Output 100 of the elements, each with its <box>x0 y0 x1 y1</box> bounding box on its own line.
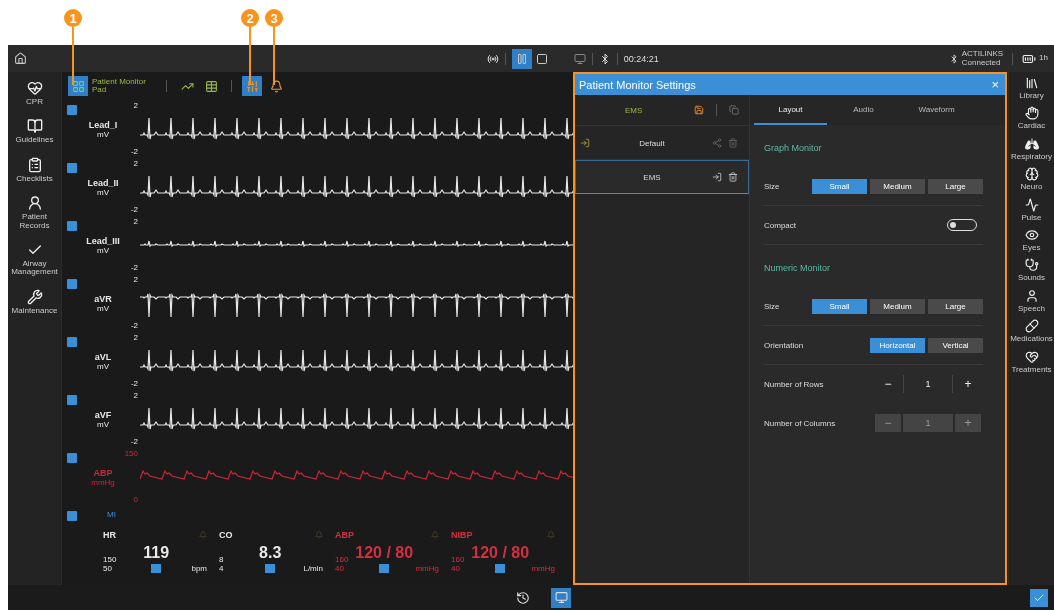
sidebar-item[interactable]: Guidelines <box>8 118 61 145</box>
segment-option[interactable]: Medium <box>870 178 925 194</box>
heart-pulse-icon <box>26 80 43 96</box>
channel-unit: mV <box>97 245 109 255</box>
person-icon <box>26 195 43 212</box>
dialog-title: Patient Monitor Settings <box>579 78 696 91</box>
home-icon <box>14 52 27 65</box>
sidebar-item[interactable]: Respiratory <box>1009 136 1054 162</box>
sidebar-item[interactable]: Cardiac <box>1009 106 1054 131</box>
parameter-label: ABP <box>335 530 354 540</box>
sidebar-item[interactable]: Patient Records <box>8 195 61 230</box>
leader-line <box>249 27 251 85</box>
sidebar-item[interactable]: Speech <box>1009 288 1054 314</box>
bell-icon <box>315 531 323 539</box>
sidebar-item[interactable]: Treatments <box>1009 349 1054 374</box>
table-icon <box>204 79 218 93</box>
upper-limit: 160 <box>335 555 350 564</box>
segment-option[interactable]: Large <box>928 178 983 194</box>
upper-limit: 150 <box>103 555 118 564</box>
bell-icon <box>547 531 555 539</box>
clipboard-icon <box>26 156 43 173</box>
parameter-value: 120 / 80 <box>471 544 530 562</box>
scale-max: 2 <box>133 101 138 110</box>
channel-unit: mV <box>97 129 109 139</box>
parameter-button[interactable] <box>265 564 276 573</box>
parameter-unit: L/min <box>303 564 323 573</box>
segment-option[interactable]: Medium <box>870 298 925 314</box>
parameter-button[interactable] <box>151 564 162 573</box>
share-icon <box>712 138 722 148</box>
book-icon <box>26 118 43 135</box>
channel-label: Lead_II <box>87 177 119 188</box>
sidebar-item[interactable]: Pulse <box>1009 197 1054 222</box>
bluetooth-icon <box>948 53 959 64</box>
tab[interactable]: Layout <box>754 95 827 125</box>
sidebar-item[interactable]: Eyes <box>1009 227 1054 253</box>
stepper-value[interactable]: 1 <box>903 375 953 393</box>
scale-min: -2 <box>130 437 138 446</box>
stethoscope-icon <box>1024 258 1039 273</box>
parameter-button[interactable] <box>495 564 506 573</box>
scale-min: -2 <box>130 147 138 156</box>
setting-label: Number of Rows <box>764 379 824 389</box>
library-icon <box>1024 76 1039 90</box>
channel-unit: mV <box>97 303 109 313</box>
parameter-unit: mmHg <box>415 564 439 573</box>
profile-name: EMS <box>625 105 644 115</box>
sidebar-item[interactable]: Neuro <box>1009 167 1054 192</box>
decrement-button[interactable]: − <box>875 375 901 393</box>
scale-max: 2 <box>133 159 138 168</box>
sidebar-item[interactable]: Sounds <box>1009 258 1054 283</box>
trash-icon <box>728 172 738 182</box>
segment-option[interactable]: Vertical <box>928 337 983 353</box>
scale-min: -2 <box>130 379 138 388</box>
scale-min: -2 <box>130 321 138 330</box>
increment-button[interactable]: + <box>955 375 981 393</box>
login-icon <box>712 172 722 182</box>
profile-item[interactable]: EMS <box>575 160 749 194</box>
hand-icon <box>1024 106 1039 121</box>
battery-time: 1h <box>1039 54 1048 63</box>
monitor-button[interactable] <box>551 587 571 608</box>
sidebar-item[interactable]: Checklists <box>8 156 61 184</box>
leader-line <box>72 27 74 85</box>
parameter-unit: bpm <box>191 564 207 573</box>
sidebar-item[interactable]: Airway Management <box>8 241 61 277</box>
save-icon <box>694 105 704 115</box>
lower-limit: 40 <box>335 564 345 573</box>
channel-label: aVL <box>94 351 112 362</box>
setting-label: Size <box>764 181 780 191</box>
segment-option[interactable]: Large <box>928 298 983 314</box>
layout-icon <box>71 79 85 93</box>
scale-max: 2 <box>133 391 138 400</box>
setting-label: Orientation <box>764 340 804 350</box>
sidebar-item[interactable]: CPR <box>8 80 61 107</box>
head-icon <box>1024 288 1039 303</box>
tab[interactable]: Waveform <box>900 95 973 125</box>
monitor-icon <box>573 52 586 65</box>
tab[interactable]: Audio <box>827 95 900 125</box>
device-status: Connected <box>961 58 1002 67</box>
channel-label: Lead_I <box>88 119 118 130</box>
copy-icon <box>729 105 739 115</box>
device-name: ACTILINKS <box>961 50 1004 59</box>
sidebar-item[interactable]: Maintenance <box>8 288 61 316</box>
parameter-value: 120 / 80 <box>355 544 414 562</box>
history-icon <box>516 590 530 605</box>
parameter-unit: mmHg <box>531 564 555 573</box>
sidebar-item[interactable]: Library <box>1009 76 1054 101</box>
lower-limit: 50 <box>103 564 113 573</box>
channel-label: MI <box>107 510 116 519</box>
lower-limit: 4 <box>219 564 225 573</box>
bell-icon <box>269 79 283 93</box>
pause-button[interactable] <box>511 48 532 69</box>
sidebar-item[interactable]: Medications <box>1009 319 1054 344</box>
confirm-button[interactable] <box>1030 588 1048 607</box>
parameter-label: CO <box>219 530 233 540</box>
parameter-button[interactable] <box>379 564 390 573</box>
setting-label: Compact <box>764 220 796 230</box>
elapsed-time: 00:24:21 <box>623 53 659 64</box>
sliders-icon <box>245 79 259 93</box>
pill-icon <box>1024 319 1039 334</box>
parameter-value: 8.3 <box>259 544 282 562</box>
trash-icon <box>728 138 738 148</box>
